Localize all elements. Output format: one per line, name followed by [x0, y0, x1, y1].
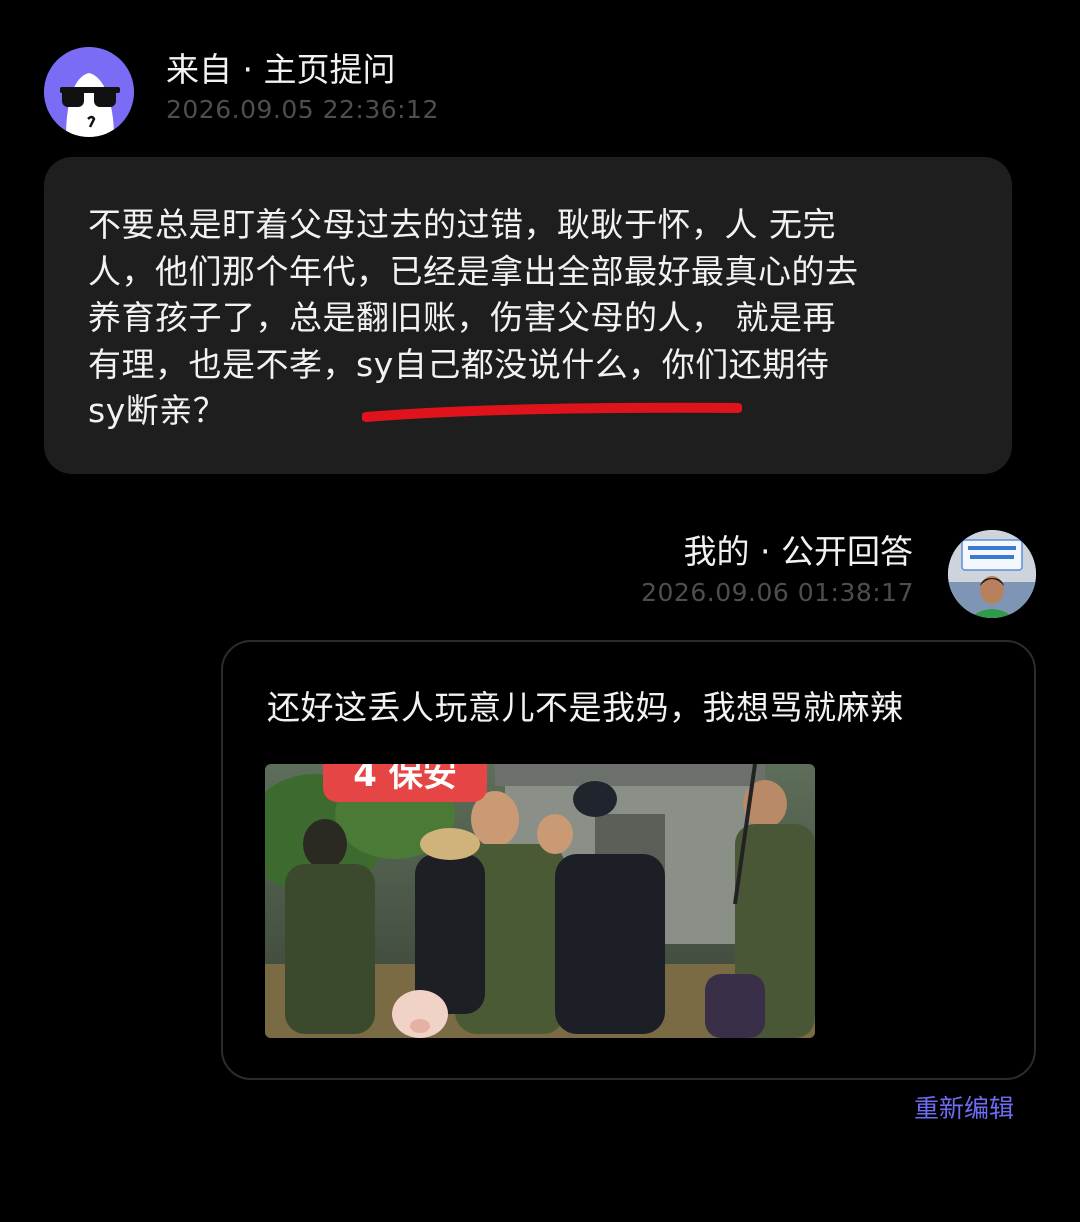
image-caption-label: 4 保安 — [323, 764, 487, 802]
question-timestamp: 2026.09.05 22:36:12 — [166, 95, 439, 124]
question-text-line: 有理，也是不孝，sy自己都没说什么，你们还期待 — [88, 344, 830, 384]
answer-text: 还好这丢人玩意儿不是我妈，我想骂就麻辣 — [267, 688, 904, 727]
profile-photo-icon — [948, 530, 1036, 618]
question-text-line: 不要总是盯着父母过去的过错，耿耿于怀，人 无完 — [88, 205, 836, 244]
red-underline-annotation — [362, 402, 742, 422]
answer-timestamp: 2026.09.06 01:38:17 — [641, 578, 914, 607]
answer-image[interactable]: 4 保安 — [265, 764, 815, 1038]
my-avatar[interactable] — [948, 530, 1036, 618]
answer-source-label: 我的 · 公开回答 — [683, 532, 913, 571]
question-text: 不要总是盯着父母过去的过错，耿耿于怀，人 无完 人，他们那个年代，已经是拿出全部… — [88, 202, 968, 435]
flood-rescue-photo — [265, 764, 815, 1038]
answer-bubble: 还好这丢人玩意儿不是我妈，我想骂就麻辣 4 保安 — [221, 640, 1036, 1080]
re-edit-button[interactable]: 重新编辑 — [914, 1094, 1014, 1124]
question-text-line: 养育孩子了，总是翻旧账，伤害父母的人， 就是再 — [88, 298, 836, 337]
sunglasses-avatar-icon — [44, 47, 134, 137]
question-text-line: 人，他们那个年代，已经是拿出全部最好最真心的去 — [88, 251, 859, 291]
question-source-label: 来自 · 主页提问 — [166, 50, 396, 89]
question-bubble: 不要总是盯着父母过去的过错，耿耿于怀，人 无完 人，他们那个年代，已经是拿出全部… — [44, 157, 1012, 474]
questioner-avatar[interactable] — [44, 47, 134, 137]
